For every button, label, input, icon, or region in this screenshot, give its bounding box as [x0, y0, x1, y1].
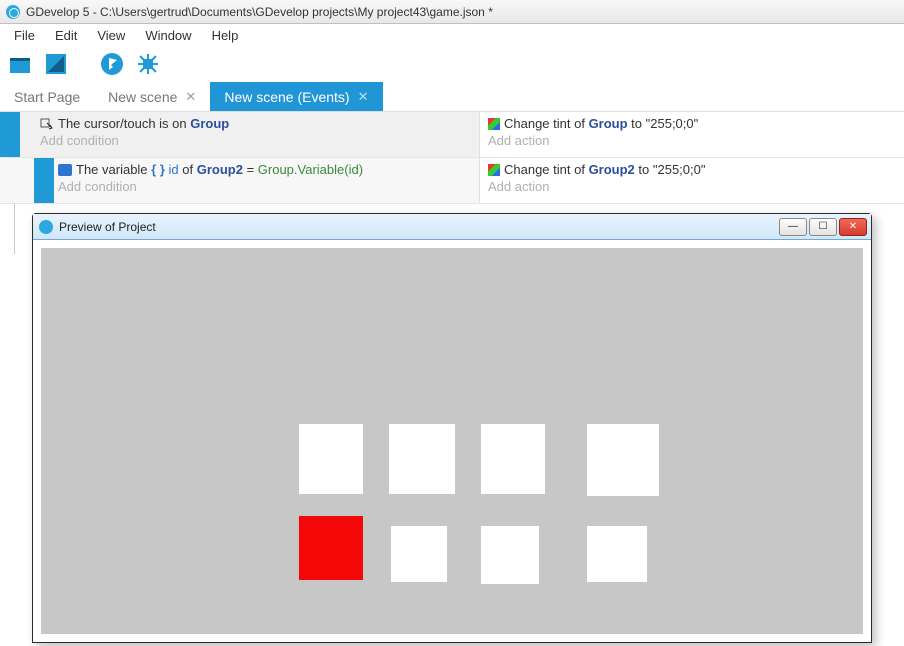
add-action[interactable]: Add action	[488, 133, 896, 148]
menu-help[interactable]: Help	[202, 26, 249, 45]
tab-bar: Start Page New scene ✕ New scene (Events)…	[0, 82, 904, 112]
action-text2: to	[628, 116, 646, 131]
window-titlebar: GDevelop 5 - C:\Users\gertrud\Documents\…	[0, 0, 904, 24]
preview-window: Preview of Project — ☐ ✕	[32, 213, 872, 643]
variable-condition-icon	[58, 164, 72, 176]
menu-edit[interactable]: Edit	[45, 26, 87, 45]
condition-text: The variable	[76, 162, 151, 177]
preview-titlebar[interactable]: Preview of Project — ☐ ✕	[33, 214, 871, 240]
action-object: Group	[589, 116, 628, 131]
event-marker	[0, 112, 20, 157]
game-cell[interactable]	[587, 424, 659, 496]
close-icon[interactable]: ✕	[358, 89, 369, 105]
tab-new-scene-events[interactable]: New scene (Events) ✕	[210, 82, 382, 111]
action-object: Group2	[589, 162, 635, 177]
app-icon	[39, 220, 53, 234]
tint-action-icon	[488, 164, 500, 176]
tab-label: Start Page	[14, 89, 80, 105]
action-text: Change tint of	[504, 162, 589, 177]
game-cell[interactable]	[481, 526, 539, 584]
condition-object: Group2	[197, 162, 243, 177]
toolbar-scene-icon[interactable]	[6, 50, 34, 78]
game-cell-red[interactable]	[299, 516, 363, 580]
window-controls: — ☐ ✕	[779, 218, 867, 236]
tab-label: New scene	[108, 89, 177, 105]
conditions-cell[interactable]: The variable { } id of Group2 = Group.Va…	[0, 158, 480, 203]
toolbar-preview-icon[interactable]	[98, 50, 126, 78]
var-brackets-icon: { }	[151, 162, 165, 177]
condition-var: id	[169, 162, 179, 177]
toolbar-layers-icon[interactable]	[42, 50, 70, 78]
action-value: "255;0;0"	[646, 116, 699, 131]
game-cell[interactable]	[299, 424, 363, 494]
event-row-sub[interactable]: The variable { } id of Group2 = Group.Va…	[0, 158, 904, 204]
event-row[interactable]: The cursor/touch is on Group Add conditi…	[0, 112, 904, 158]
condition-eq: =	[243, 162, 258, 177]
action-text: Change tint of	[504, 116, 589, 131]
close-button[interactable]: ✕	[839, 218, 867, 236]
action-value: "255;0;0"	[653, 162, 706, 177]
tab-new-scene[interactable]: New scene ✕	[94, 82, 210, 111]
game-grid	[41, 248, 863, 634]
events-editor: The cursor/touch is on Group Add conditi…	[0, 112, 904, 204]
toolbar-debug-icon[interactable]	[134, 50, 162, 78]
condition-text2: of	[179, 162, 197, 177]
preview-title: Preview of Project	[59, 220, 156, 234]
condition-text: The cursor/touch is on	[58, 116, 190, 131]
game-cell[interactable]	[389, 424, 455, 494]
close-icon[interactable]: ✕	[185, 89, 196, 105]
maximize-button[interactable]: ☐	[809, 218, 837, 236]
window-title: GDevelop 5 - C:\Users\gertrud\Documents\…	[26, 5, 493, 19]
menu-window[interactable]: Window	[135, 26, 201, 45]
condition-object: Group	[190, 116, 229, 131]
conditions-cell[interactable]: The cursor/touch is on Group Add conditi…	[0, 112, 480, 157]
tab-label: New scene (Events)	[224, 89, 349, 105]
game-cell[interactable]	[481, 424, 545, 494]
game-cell[interactable]	[587, 526, 647, 582]
game-cell[interactable]	[391, 526, 447, 582]
menu-file[interactable]: File	[4, 26, 45, 45]
add-condition[interactable]: Add condition	[40, 133, 473, 148]
actions-cell[interactable]: Change tint of Group2 to "255;0;0" Add a…	[480, 158, 904, 203]
minimize-button[interactable]: —	[779, 218, 807, 236]
action-text2: to	[635, 162, 653, 177]
tint-action-icon	[488, 118, 500, 130]
add-action[interactable]: Add action	[488, 179, 896, 194]
tab-start-page[interactable]: Start Page	[0, 82, 94, 111]
add-condition[interactable]: Add condition	[58, 179, 473, 194]
preview-canvas[interactable]	[33, 240, 871, 642]
event-marker	[20, 158, 54, 203]
toolbar	[0, 46, 904, 82]
cursor-condition-icon	[40, 118, 54, 130]
actions-cell[interactable]: Change tint of Group to "255;0;0" Add ac…	[480, 112, 904, 157]
menu-view[interactable]: View	[87, 26, 135, 45]
menu-bar: File Edit View Window Help	[0, 24, 904, 46]
app-icon	[6, 5, 20, 19]
condition-expression: Group.Variable(id)	[258, 162, 363, 177]
